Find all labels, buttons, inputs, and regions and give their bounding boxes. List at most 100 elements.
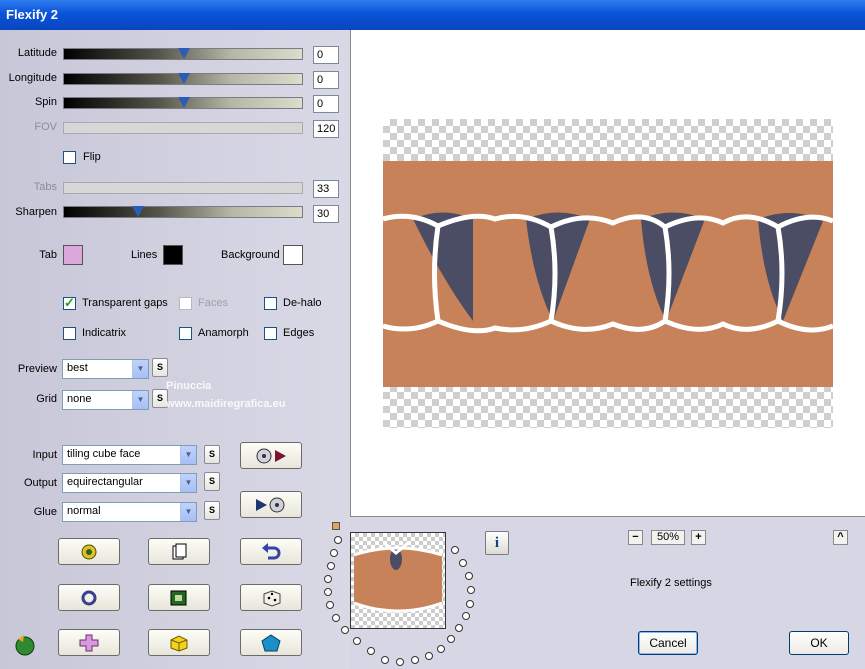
latitude-slider[interactable]	[63, 48, 303, 60]
orbit-dot[interactable]	[466, 600, 474, 608]
zoom-in-button[interactable]: +	[691, 530, 706, 545]
spin-label: Spin	[34, 96, 57, 108]
longitude-thumb[interactable]	[178, 73, 190, 84]
zoom-level: 50%	[651, 530, 685, 545]
indicatrix-checkbox[interactable]	[63, 327, 76, 340]
output-label: Output	[23, 477, 57, 489]
info-button[interactable]: i	[485, 531, 509, 555]
sphere-thumbnail[interactable]	[350, 532, 446, 629]
chevron-down-icon[interactable]: ▼	[180, 503, 196, 521]
fov-slider	[63, 122, 303, 134]
cube-icon	[170, 635, 188, 652]
flexified-image-preview	[383, 161, 833, 387]
faces-checkbox	[179, 297, 192, 310]
output-s-button[interactable]: S	[204, 472, 220, 491]
chevron-down-icon[interactable]: ▼	[132, 391, 148, 409]
latitude-thumb[interactable]	[178, 48, 190, 59]
orbit-dot[interactable]	[367, 647, 375, 655]
lines-color-swatch[interactable]	[163, 245, 183, 265]
input-s-button[interactable]: S	[204, 445, 220, 464]
lens-gear-button[interactable]	[58, 538, 120, 565]
anamorph-checkbox[interactable]	[179, 327, 192, 340]
dice-icon	[263, 590, 281, 607]
background-color-label: Background	[221, 249, 280, 261]
orbit-dot[interactable]	[334, 536, 342, 544]
save-preset-button[interactable]	[240, 491, 302, 518]
square-frame-button[interactable]	[148, 584, 210, 611]
indicatrix-label: Indicatrix	[82, 327, 127, 339]
sharpen-label: Sharpen	[15, 206, 57, 218]
orbit-dot[interactable]	[459, 559, 467, 567]
chevron-down-icon[interactable]: ▼	[132, 360, 148, 378]
output-select[interactable]: equirectangular ▼	[62, 473, 197, 493]
glue-s-button[interactable]: S	[204, 501, 220, 520]
chevron-down-icon[interactable]: ▼	[180, 474, 196, 492]
orbit-dot[interactable]	[411, 656, 419, 664]
ring-button[interactable]	[58, 584, 120, 611]
settings-name-label: Flexify 2 settings	[630, 577, 712, 589]
orbit-dot[interactable]	[324, 588, 332, 596]
zoom-out-button[interactable]: −	[628, 530, 643, 545]
transparent-gaps-checkbox[interactable]: ✓	[63, 295, 76, 310]
preview-select[interactable]: best ▼	[62, 359, 149, 379]
tabs-slider	[63, 182, 303, 194]
handle-icon[interactable]	[332, 522, 340, 530]
orbit-dot[interactable]	[327, 562, 335, 570]
orbit-dot[interactable]	[447, 635, 455, 643]
grid-select[interactable]: none ▼	[62, 390, 149, 410]
edges-checkbox[interactable]	[264, 327, 277, 340]
orbit-dot[interactable]	[425, 652, 433, 660]
latitude-value[interactable]: 0	[313, 46, 339, 64]
spin-slider[interactable]	[63, 97, 303, 109]
orbit-dot[interactable]	[467, 586, 475, 594]
preview-label: Preview	[17, 363, 57, 375]
tab-color-swatch[interactable]	[63, 245, 83, 265]
cancel-button[interactable]: Cancel	[638, 631, 698, 655]
flip-checkbox[interactable]	[63, 151, 76, 164]
orbit-dot[interactable]	[451, 546, 459, 554]
collapse-button[interactable]: ^	[833, 530, 848, 545]
orbit-dot[interactable]	[332, 614, 340, 622]
pentagon-button[interactable]	[240, 629, 302, 656]
de-halo-label: De-halo	[283, 297, 322, 309]
background-color-swatch[interactable]	[283, 245, 303, 265]
longitude-value[interactable]: 0	[313, 71, 339, 89]
chevron-down-icon[interactable]: ▼	[180, 446, 196, 464]
orbit-dot[interactable]	[330, 549, 338, 557]
cross-shape-button[interactable]	[58, 629, 120, 656]
preview-s-button[interactable]: S	[152, 358, 168, 377]
copy-pages-button[interactable]	[148, 538, 210, 565]
orbit-dot[interactable]	[455, 624, 463, 632]
de-halo-checkbox[interactable]	[264, 297, 277, 310]
sharpen-thumb[interactable]	[132, 206, 144, 217]
random-dice-button[interactable]	[240, 584, 302, 611]
ring-icon	[81, 590, 97, 606]
lens-gear-icon	[81, 544, 97, 560]
orbit-dot[interactable]	[341, 626, 349, 634]
spin-value[interactable]: 0	[313, 95, 339, 113]
undo-button[interactable]	[240, 538, 302, 565]
flexify-logo-icon	[13, 633, 37, 660]
cube-button[interactable]	[148, 629, 210, 656]
orbit-dot[interactable]	[324, 575, 332, 583]
grid-select-value: none	[67, 393, 92, 405]
sharpen-slider[interactable]	[63, 206, 303, 218]
longitude-slider[interactable]	[63, 73, 303, 85]
orbit-dot[interactable]	[326, 601, 334, 609]
orbit-dot[interactable]	[462, 612, 470, 620]
orbit-dot[interactable]	[465, 572, 473, 580]
window-title: Flexify 2	[6, 7, 59, 22]
orbit-dot[interactable]	[396, 658, 404, 666]
tab-color-label: Tab	[39, 249, 57, 261]
glue-select[interactable]: normal ▼	[62, 502, 197, 522]
load-preset-button[interactable]	[240, 442, 302, 469]
sharpen-value[interactable]: 30	[313, 205, 339, 223]
orbit-dot[interactable]	[437, 645, 445, 653]
ok-button[interactable]: OK	[789, 631, 849, 655]
square-frame-icon	[170, 590, 187, 606]
orbit-dot[interactable]	[353, 637, 361, 645]
spin-thumb[interactable]	[178, 97, 190, 108]
orbit-dot[interactable]	[381, 656, 389, 664]
fov-value: 120	[313, 120, 339, 138]
input-select[interactable]: tiling cube face ▼	[62, 445, 197, 465]
